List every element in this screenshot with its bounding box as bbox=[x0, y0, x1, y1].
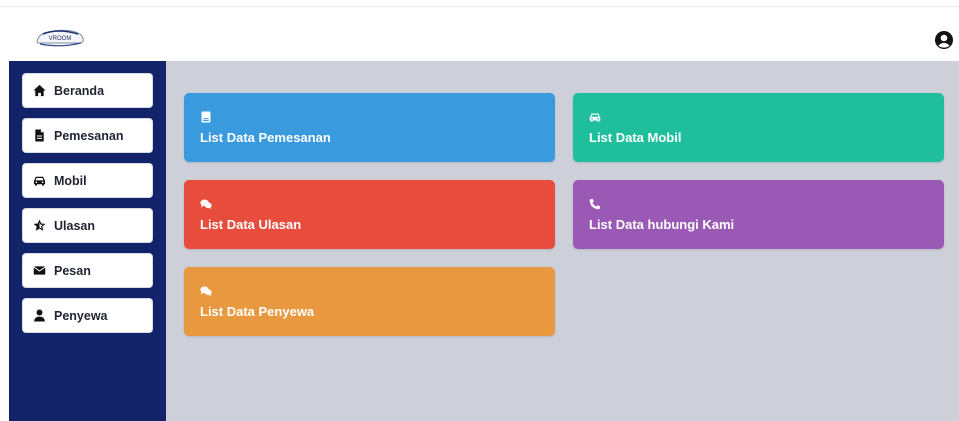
sidebar-item-label: Pesan bbox=[54, 263, 91, 278]
card-label: List Data Penyewa bbox=[200, 304, 315, 319]
car-icon bbox=[33, 174, 46, 187]
sidebar-item-pesan[interactable]: Pesan bbox=[22, 253, 153, 288]
sidebar-item-label: Mobil bbox=[54, 173, 87, 188]
header: VROOM bbox=[0, 7, 959, 61]
card-list-data-hubungi-kami[interactable]: List Data hubungi Kami bbox=[573, 180, 944, 249]
sidebar-item-beranda[interactable]: Beranda bbox=[22, 73, 153, 108]
dashboard-main: List Data Pemesanan List Data Mobil List… bbox=[166, 61, 959, 421]
star-icon bbox=[33, 219, 46, 232]
comments-icon bbox=[200, 197, 212, 210]
sidebar-item-ulasan[interactable]: Ulasan bbox=[22, 208, 153, 243]
card-list-data-pemesanan[interactable]: List Data Pemesanan bbox=[184, 93, 555, 162]
comments-icon bbox=[200, 284, 212, 297]
card-label: List Data Pemesanan bbox=[200, 130, 331, 145]
sidebar-item-label: Beranda bbox=[54, 83, 105, 98]
sidebar-item-label: Pemesanan bbox=[54, 128, 124, 143]
home-icon bbox=[33, 84, 46, 97]
book-icon bbox=[200, 110, 212, 123]
file-icon bbox=[33, 129, 46, 142]
phone-icon bbox=[589, 197, 601, 210]
sidebar-item-pemesanan[interactable]: Pemesanan bbox=[22, 118, 153, 153]
sidebar-item-label: Penyewa bbox=[54, 308, 108, 323]
sidebar-item-mobil[interactable]: Mobil bbox=[22, 163, 153, 198]
card-list-data-ulasan[interactable]: List Data Ulasan bbox=[184, 180, 555, 249]
user-icon bbox=[33, 309, 46, 322]
card-list-data-penyewa[interactable]: List Data Penyewa bbox=[184, 267, 555, 336]
user-circle-icon[interactable] bbox=[935, 31, 953, 49]
sidebar-item-penyewa[interactable]: Penyewa bbox=[22, 298, 153, 333]
sidebar: Beranda Pemesanan Mobil Ulasan Pesan Pen… bbox=[9, 61, 166, 421]
card-label: List Data Mobil bbox=[589, 130, 682, 145]
envelope-icon bbox=[33, 264, 46, 277]
card-label: List Data hubungi Kami bbox=[589, 217, 735, 232]
sidebar-item-label: Ulasan bbox=[54, 218, 95, 233]
logo-text: VROOM bbox=[49, 36, 72, 42]
vroom-logo[interactable]: VROOM bbox=[34, 25, 86, 51]
card-list-data-mobil[interactable]: List Data Mobil bbox=[573, 93, 944, 162]
car-icon bbox=[589, 110, 601, 122]
card-label: List Data Ulasan bbox=[200, 217, 302, 232]
